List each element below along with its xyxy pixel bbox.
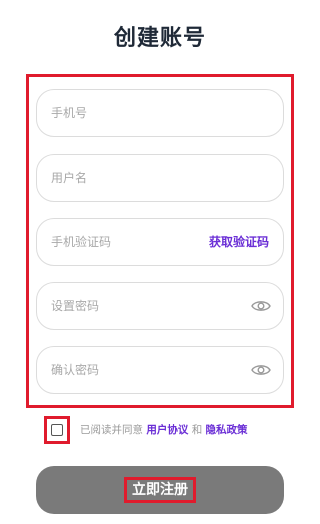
sms-code-input[interactable] bbox=[51, 219, 201, 265]
register-button-label: 立即注册 bbox=[132, 482, 188, 498]
username-input[interactable] bbox=[51, 155, 201, 201]
privacy-policy-link[interactable]: 隐私政策 bbox=[206, 424, 248, 436]
page-title: 创建账号 bbox=[113, 26, 206, 51]
agreement-checkbox[interactable] bbox=[51, 424, 63, 436]
password-field[interactable] bbox=[36, 282, 284, 330]
agreement-prefix: 已阅读并同意 bbox=[80, 424, 143, 436]
username-field[interactable] bbox=[36, 154, 284, 202]
phone-field[interactable] bbox=[36, 89, 284, 137]
register-button[interactable]: 立即注册 bbox=[36, 466, 284, 514]
agreement-row: 已阅读并同意 用户协议 和 隐私政策 bbox=[44, 416, 304, 444]
sms-code-field[interactable]: 获取验证码 bbox=[36, 218, 284, 266]
phone-input[interactable] bbox=[51, 90, 201, 136]
confirm-password-field[interactable] bbox=[36, 346, 284, 394]
checkbox-highlight-box bbox=[44, 416, 70, 444]
user-agreement-link[interactable]: 用户协议 bbox=[146, 424, 188, 436]
eye-icon[interactable] bbox=[251, 362, 271, 378]
get-code-button[interactable]: 获取验证码 bbox=[209, 219, 269, 265]
agreement-and: 和 bbox=[191, 424, 203, 436]
confirm-password-input[interactable] bbox=[51, 347, 201, 393]
agreement-text: 已阅读并同意 用户协议 和 隐私政策 bbox=[80, 416, 248, 444]
password-input[interactable] bbox=[51, 283, 201, 329]
eye-icon[interactable] bbox=[251, 298, 271, 314]
